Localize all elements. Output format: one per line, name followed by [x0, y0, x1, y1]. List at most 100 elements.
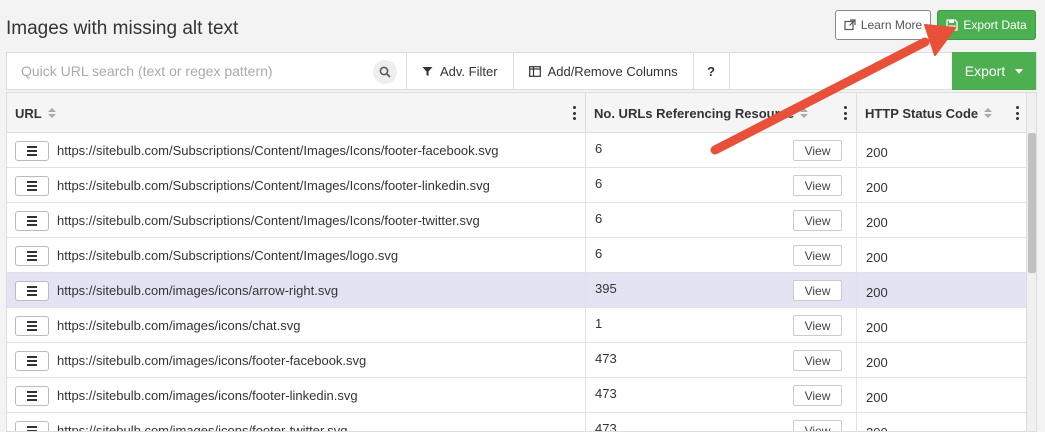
view-button[interactable]: View — [793, 385, 842, 406]
cell-status: 200 — [857, 168, 1028, 203]
referencing-count: 395 — [595, 281, 617, 296]
hamburger-icon — [27, 390, 37, 401]
cell-url: https://sitebulb.com/images/icons/footer… — [7, 378, 586, 413]
url-link[interactable]: https://sitebulb.com/images/icons/footer… — [57, 353, 366, 368]
url-link[interactable]: https://sitebulb.com/images/icons/chat.s… — [57, 318, 301, 333]
export-dropdown-button[interactable]: Export — [952, 52, 1036, 90]
cell-referencing: 6 View — [586, 133, 857, 168]
url-link[interactable]: https://sitebulb.com/Subscriptions/Conte… — [57, 143, 499, 158]
cell-status: 200 — [857, 378, 1028, 413]
view-button[interactable]: View — [793, 140, 842, 161]
help-label: ? — [707, 63, 716, 79]
filter-icon — [422, 66, 433, 76]
sort-icon[interactable] — [800, 108, 809, 118]
hamburger-icon — [27, 145, 37, 156]
table-row[interactable]: https://sitebulb.com/Subscriptions/Conte… — [7, 238, 1028, 273]
sort-icon[interactable] — [984, 108, 993, 118]
column-header-label: No. URLs Referencing Resource — [594, 105, 795, 121]
cell-referencing: 473 View — [586, 413, 857, 432]
search-button[interactable] — [373, 60, 397, 84]
view-button[interactable]: View — [793, 210, 842, 231]
hamburger-icon — [27, 180, 37, 191]
cell-url: https://sitebulb.com/Subscriptions/Conte… — [7, 203, 586, 238]
row-menu-button[interactable] — [15, 350, 49, 371]
url-link[interactable]: https://sitebulb.com/images/icons/footer… — [57, 388, 358, 403]
referencing-count: 6 — [595, 141, 603, 156]
table-row[interactable]: https://sitebulb.com/images/icons/arrow-… — [7, 273, 1028, 308]
url-link[interactable]: https://sitebulb.com/images/icons/arrow-… — [57, 283, 338, 298]
search-input[interactable] — [7, 53, 406, 89]
view-button[interactable]: View — [793, 420, 842, 431]
cell-url: https://sitebulb.com/images/icons/chat.s… — [7, 308, 586, 343]
row-menu-button[interactable] — [15, 385, 49, 406]
view-button[interactable]: View — [793, 315, 842, 336]
view-button[interactable]: View — [793, 175, 842, 196]
table-row[interactable]: https://sitebulb.com/images/icons/footer… — [7, 378, 1028, 413]
status-code: 200 — [866, 390, 888, 405]
table-row[interactable]: https://sitebulb.com/Subscriptions/Conte… — [7, 203, 1028, 238]
column-menu-icon[interactable] — [573, 106, 577, 120]
data-table: URL No. URLs Referencing Resource HTTP S… — [6, 92, 1037, 432]
sort-icon[interactable] — [47, 108, 56, 118]
row-menu-button[interactable] — [15, 175, 49, 196]
page-title: Images with missing alt text — [6, 18, 239, 39]
column-menu-icon[interactable] — [844, 106, 848, 120]
learn-more-label: Learn More — [860, 18, 923, 32]
help-button[interactable]: ? — [694, 53, 730, 89]
export-data-label: Export Data — [963, 18, 1027, 32]
url-link[interactable]: https://sitebulb.com/Subscriptions/Conte… — [57, 178, 490, 193]
referencing-count: 6 — [595, 246, 603, 261]
table-row[interactable]: https://sitebulb.com/images/icons/footer… — [7, 413, 1028, 432]
status-code: 200 — [866, 145, 888, 160]
referencing-count: 473 — [595, 421, 617, 432]
view-button[interactable]: View — [793, 280, 842, 301]
column-header-referencing[interactable]: No. URLs Referencing Resource — [586, 93, 857, 133]
row-menu-button[interactable] — [15, 140, 49, 161]
row-menu-button[interactable] — [15, 245, 49, 266]
table-row[interactable]: https://sitebulb.com/images/icons/chat.s… — [7, 308, 1028, 343]
adv-filter-button[interactable]: Adv. Filter — [407, 53, 514, 89]
row-menu-button[interactable] — [15, 280, 49, 301]
cell-url: https://sitebulb.com/Subscriptions/Conte… — [7, 238, 586, 273]
table-row[interactable]: https://sitebulb.com/images/icons/footer… — [7, 343, 1028, 378]
url-link[interactable]: https://sitebulb.com/images/icons/footer… — [57, 423, 347, 431]
cell-status: 200 — [857, 343, 1028, 378]
table-toolbar: Adv. Filter Add/Remove Columns ? Export — [6, 52, 1037, 90]
url-link[interactable]: https://sitebulb.com/Subscriptions/Conte… — [57, 213, 480, 228]
referencing-count: 1 — [595, 316, 603, 331]
referencing-count: 6 — [595, 176, 603, 191]
cell-url: https://sitebulb.com/images/icons/arrow-… — [7, 273, 586, 308]
status-code: 200 — [866, 320, 888, 335]
columns-icon — [528, 65, 541, 77]
status-code: 200 — [866, 355, 888, 370]
search-icon — [379, 66, 391, 78]
view-button[interactable]: View — [793, 245, 842, 266]
row-menu-button[interactable] — [15, 315, 49, 336]
column-header-status[interactable]: HTTP Status Code — [857, 93, 1028, 133]
row-menu-button[interactable] — [15, 210, 49, 231]
cell-status: 200 — [857, 273, 1028, 308]
learn-more-button[interactable]: Learn More — [835, 10, 931, 40]
column-menu-icon[interactable] — [1016, 106, 1020, 120]
hamburger-icon — [27, 355, 37, 366]
cell-status: 200 — [857, 308, 1028, 343]
url-link[interactable]: https://sitebulb.com/Subscriptions/Conte… — [57, 248, 398, 263]
cell-referencing: 473 View — [586, 343, 857, 378]
table-row[interactable]: https://sitebulb.com/Subscriptions/Conte… — [7, 168, 1028, 203]
cell-referencing: 395 View — [586, 273, 857, 308]
hamburger-icon — [27, 285, 37, 296]
vertical-scrollbar[interactable] — [1026, 93, 1036, 431]
export-data-button[interactable]: Export Data — [937, 10, 1036, 40]
external-link-icon — [844, 19, 856, 31]
row-menu-button[interactable] — [15, 420, 49, 431]
cell-status: 200 — [857, 413, 1028, 431]
column-header-label: HTTP Status Code — [865, 105, 979, 121]
cell-referencing: 1 View — [586, 308, 857, 343]
add-remove-columns-button[interactable]: Add/Remove Columns — [514, 53, 694, 89]
referencing-count: 473 — [595, 386, 617, 401]
scrollbar-thumb[interactable] — [1028, 133, 1036, 273]
column-header-url[interactable]: URL — [7, 93, 586, 133]
table-row[interactable]: https://sitebulb.com/Subscriptions/Conte… — [7, 133, 1028, 168]
view-button[interactable]: View — [793, 350, 842, 371]
status-code: 200 — [866, 250, 888, 265]
